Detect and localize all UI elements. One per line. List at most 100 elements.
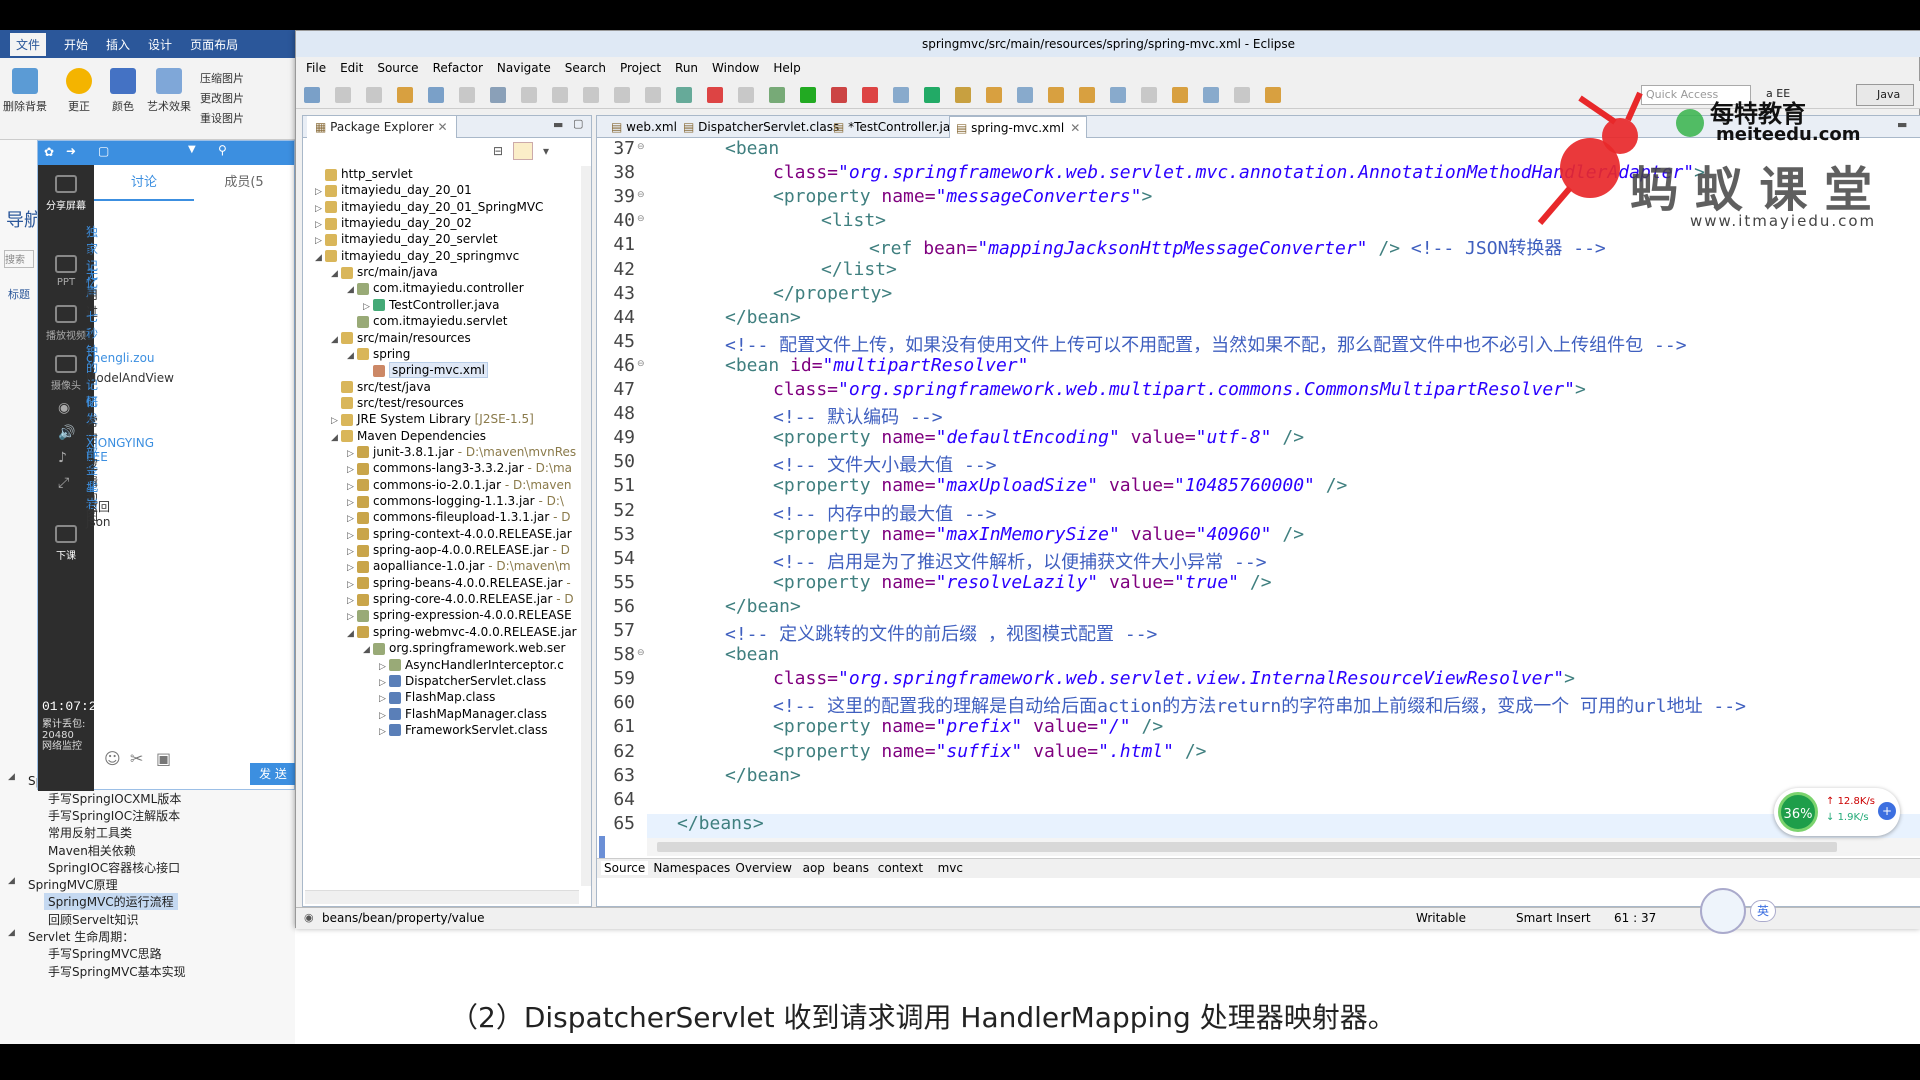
fold-icon[interactable]: ⊖ xyxy=(637,214,645,224)
tree-toggle-icon[interactable]: ▷ xyxy=(347,498,357,508)
tree-toggle-icon[interactable]: ▷ xyxy=(347,580,357,590)
tree-item[interactable]: ▷ FlashMapManager.class xyxy=(379,707,547,721)
tree-toggle-icon[interactable]: ◢ xyxy=(331,269,341,279)
outline-item[interactable]: ◢ SpringMVC原理 xyxy=(8,876,122,893)
tree-item[interactable]: ▷ spring-aop-4.0.0.RELEASE.jar - D xyxy=(347,543,570,557)
network-monitor[interactable]: 36% ↑ 12.8K/s ↓ 1.9K/s + xyxy=(1774,788,1900,836)
toolbar-button-icon[interactable] xyxy=(335,87,351,103)
tree-item[interactable]: ▷ spring-beans-4.0.0.RELEASE.jar - xyxy=(347,576,571,590)
toolbar-button-icon[interactable] xyxy=(552,87,568,103)
toolbar-button-icon[interactable] xyxy=(986,87,1002,103)
menu-navigate[interactable]: Navigate xyxy=(497,61,551,75)
tree-item[interactable]: ▷ AsyncHandlerInterceptor.c xyxy=(379,658,564,672)
code-line[interactable]: </bean> xyxy=(725,596,801,617)
toolbar-button-icon[interactable] xyxy=(800,87,816,103)
toolbar-button-icon[interactable] xyxy=(366,87,382,103)
editor-tab[interactable]: ▤ DispatcherServlet.class xyxy=(677,116,845,138)
code-line[interactable]: <property name="maxInMemorySize" value="… xyxy=(773,524,1304,545)
music-icon[interactable]: ♪ xyxy=(58,450,67,466)
tree-toggle-icon[interactable]: ▷ xyxy=(315,236,325,246)
code-line[interactable]: <bean id="multipartResolver" xyxy=(725,355,1028,376)
code-line[interactable]: </bean> xyxy=(725,765,801,786)
minimize-icon[interactable]: ▬ xyxy=(553,118,563,131)
send-button[interactable]: 发 送 xyxy=(250,763,296,785)
menu-project[interactable]: Project xyxy=(620,61,661,75)
outline-item[interactable]: 手写SpringIOCXML版本 xyxy=(44,790,185,807)
maximize-icon[interactable]: ▢ xyxy=(573,117,583,130)
outline-item[interactable]: SpringIOC容器核心接口 xyxy=(44,859,184,876)
tree-item[interactable]: ◢ Maven Dependencies xyxy=(331,429,486,443)
code-line[interactable]: <bean xyxy=(725,644,779,665)
editor-tab[interactable]: ▤ web.xml xyxy=(605,116,683,138)
tree-item[interactable]: ▷ itmayiedu_day_20_servlet xyxy=(315,232,498,246)
fold-icon[interactable]: ⊖ xyxy=(637,359,645,369)
code-line[interactable]: <bean xyxy=(725,138,779,159)
code-line[interactable]: class="org.springframework.web.multipart… xyxy=(773,379,1586,400)
code-line[interactable]: <!-- 启用是为了推迟文件解析，以便捕获文件大小异常 --> xyxy=(773,548,1267,574)
tree-item[interactable]: ▷ commons-logging-1.1.3.jar - D:\ xyxy=(347,494,564,508)
tree-toggle-icon[interactable]: ◢ xyxy=(331,335,341,345)
collapse-all-icon[interactable]: ⊟ xyxy=(493,144,503,158)
toolbar-button-icon[interactable] xyxy=(490,87,506,103)
toolbar-button-icon[interactable] xyxy=(1172,87,1188,103)
package-explorer-tab[interactable]: ▦ Package Explorer ✕ xyxy=(307,116,457,138)
tree-item[interactable]: ◢ itmayiedu_day_20_springmvc xyxy=(315,249,519,263)
toolbar-button-icon[interactable] xyxy=(1265,87,1281,103)
code-line[interactable]: <!-- 定义跳转的文件的前后缀 ，视图模式配置 --> xyxy=(725,620,1157,646)
toolbar-button-icon[interactable] xyxy=(1017,87,1033,103)
menu-refactor[interactable]: Refactor xyxy=(433,61,483,75)
tree-item[interactable]: src/test/resources xyxy=(331,396,464,410)
editor-tab[interactable]: ▤ spring-mvc.xml ✕ xyxy=(949,116,1088,138)
toolbar-button-icon[interactable] xyxy=(1079,87,1095,103)
toolbar-button-icon[interactable] xyxy=(1048,87,1064,103)
editor-mode-tab[interactable]: Namespaces xyxy=(653,861,730,875)
code-line[interactable]: <property name="defaultEncoding" value="… xyxy=(773,427,1304,448)
link-editor-icon[interactable] xyxy=(513,142,533,160)
tree-toggle-icon[interactable]: ▷ xyxy=(379,711,389,721)
code-line[interactable]: <property name="resolveLazily" value="tr… xyxy=(773,572,1272,593)
tree-toggle-icon[interactable]: ◢ xyxy=(347,285,357,295)
scissors-icon[interactable]: ✂ xyxy=(130,749,143,768)
toolbar-button-icon[interactable] xyxy=(583,87,599,103)
ime-indicator[interactable]: 英 xyxy=(1750,900,1776,922)
toolbar-button-icon[interactable] xyxy=(924,87,940,103)
emoji-icon[interactable]: ☺ xyxy=(104,749,121,768)
plus-icon[interactable]: + xyxy=(1878,802,1896,820)
tree-toggle-icon[interactable]: ▷ xyxy=(347,449,357,459)
window-icon[interactable]: ▢ xyxy=(98,144,109,158)
code-line[interactable]: <property name="maxUploadSize" value="10… xyxy=(773,475,1347,496)
tree-item[interactable]: ▷ JRE System Library [J2SE-1.5] xyxy=(331,412,534,426)
tree-toggle-icon[interactable]: ▷ xyxy=(347,531,357,541)
tree-item[interactable]: ▷ FrameworkServlet.class xyxy=(379,723,548,737)
compress-pictures-button[interactable]: 压缩图片 xyxy=(200,70,244,86)
tree-item[interactable]: http_servlet xyxy=(315,167,413,181)
toolbar-button-icon[interactable] xyxy=(614,87,630,103)
tree-item[interactable]: ▷ FlashMap.class xyxy=(379,690,495,704)
code-line[interactable]: <ref bean="mappingJacksonHttpMessageConv… xyxy=(869,234,1606,260)
outline-item[interactable]: SpringMVC的运行流程 xyxy=(44,893,178,911)
artistic-effects-button[interactable]: 艺术效果 xyxy=(146,68,192,114)
tree-item[interactable]: ▷ TestController.java xyxy=(363,298,500,312)
chevron-down-icon[interactable]: ▼ xyxy=(188,144,196,155)
toolbar-button-icon[interactable] xyxy=(1110,87,1126,103)
toolbar-button-icon[interactable] xyxy=(955,87,971,103)
toolbar-button-icon[interactable] xyxy=(459,87,475,103)
toolbar-button-icon[interactable] xyxy=(893,87,909,103)
fold-icon[interactable]: ⊖ xyxy=(637,190,645,200)
outline-item[interactable]: 手写SpringMVC基本实现 xyxy=(44,963,190,980)
tree-toggle-icon[interactable]: ▷ xyxy=(315,204,325,214)
toolbar-button-icon[interactable] xyxy=(1203,87,1219,103)
scroll-thumb[interactable] xyxy=(657,842,1837,852)
code-line[interactable]: <property name="prefix" value="/" /> xyxy=(773,716,1163,737)
outline-item[interactable]: 回顾Servelt知识 xyxy=(44,911,142,928)
toolbar-button-icon[interactable] xyxy=(428,87,444,103)
tree-item[interactable]: ◢ spring-webmvc-4.0.0.RELEASE.jar xyxy=(347,625,577,639)
tree-item[interactable]: ◢ org.springframework.web.ser xyxy=(363,641,566,655)
editor-mode-tab[interactable]: aop xyxy=(803,861,825,875)
toolbar-button-icon[interactable] xyxy=(738,87,754,103)
tree-item[interactable]: ▷ spring-context-4.0.0.RELEASE.jar xyxy=(347,527,572,541)
fold-icon[interactable]: ⊖ xyxy=(637,648,645,658)
code-line[interactable]: <!-- 内存中的最大值 --> xyxy=(773,500,997,526)
word-tab[interactable]: 开始 xyxy=(64,36,88,53)
menu-source[interactable]: Source xyxy=(377,61,418,75)
